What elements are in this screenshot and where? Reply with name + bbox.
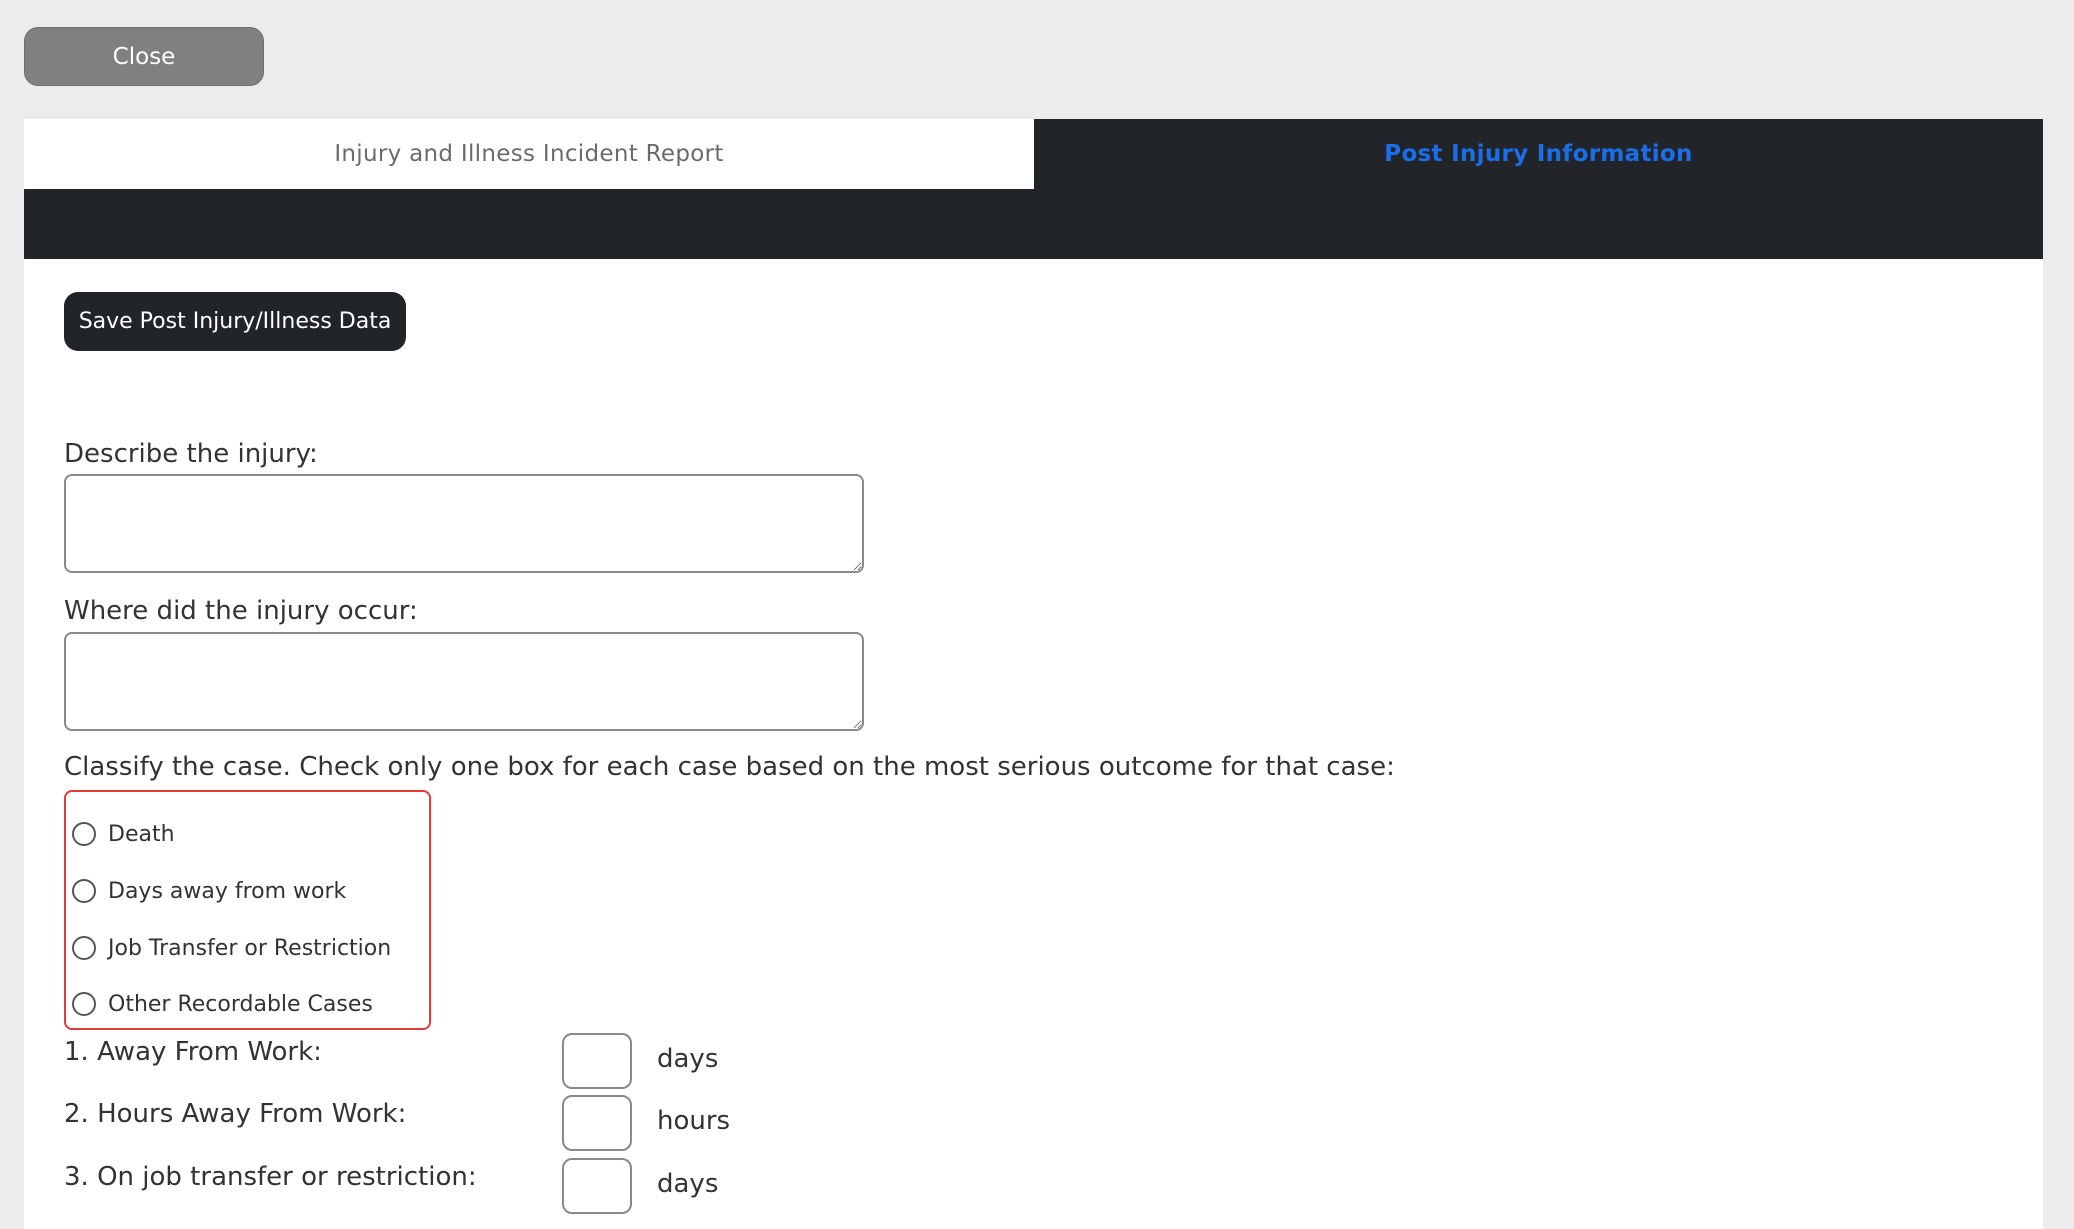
tab-incident-report[interactable]: Injury and Illness Incident Report — [24, 119, 1034, 189]
radio-other-recordable-label: Other Recordable Cases — [108, 991, 373, 1017]
radio-circle-icon[interactable] — [72, 936, 96, 960]
main-panel: Injury and Illness Incident Report Post … — [24, 119, 2043, 1229]
radio-circle-icon[interactable] — [72, 822, 96, 846]
tab-post-injury-information-label: Post Injury Information — [1384, 141, 1693, 167]
job-transfer-unit: days — [657, 1169, 719, 1199]
classify-case-label: Classify the case. Check only one box fo… — [64, 752, 1395, 782]
radio-other-recordable[interactable]: Other Recordable Cases — [72, 989, 373, 1019]
radio-days-away[interactable]: Days away from work — [72, 876, 346, 906]
away-from-work-input[interactable] — [562, 1033, 632, 1089]
job-transfer-label: 3. On job transfer or restriction: — [64, 1162, 477, 1192]
away-from-work-unit: days — [657, 1044, 719, 1074]
radio-days-away-label: Days away from work — [108, 878, 347, 904]
radio-circle-icon[interactable] — [72, 879, 96, 903]
describe-injury-label: Describe the injury: — [64, 439, 318, 469]
tab-bar: Injury and Illness Incident Report Post … — [24, 119, 2043, 259]
radio-job-transfer[interactable]: Job Transfer or Restriction — [72, 933, 391, 963]
tab-post-injury-information[interactable]: Post Injury Information — [1034, 119, 2043, 189]
hours-away-input[interactable] — [562, 1095, 632, 1151]
close-button[interactable]: Close — [24, 27, 264, 86]
radio-death-label: Death — [108, 821, 175, 847]
injury-location-label: Where did the injury occur: — [64, 596, 418, 626]
describe-injury-input[interactable] — [64, 474, 864, 573]
job-transfer-input[interactable] — [562, 1158, 632, 1214]
away-from-work-label: 1. Away From Work: — [64, 1037, 322, 1067]
radio-circle-icon[interactable] — [72, 992, 96, 1016]
hours-away-label: 2. Hours Away From Work: — [64, 1099, 407, 1129]
injury-location-input[interactable] — [64, 632, 864, 731]
radio-job-transfer-label: Job Transfer or Restriction — [108, 935, 392, 961]
tab-incident-report-label: Injury and Illness Incident Report — [334, 141, 724, 167]
save-post-injury-button[interactable]: Save Post Injury/Illness Data — [64, 292, 406, 351]
classify-case-radio-group: Death Days away from work Job Transfer o… — [64, 790, 431, 1030]
radio-death[interactable]: Death — [72, 819, 175, 849]
hours-away-unit: hours — [657, 1106, 731, 1136]
